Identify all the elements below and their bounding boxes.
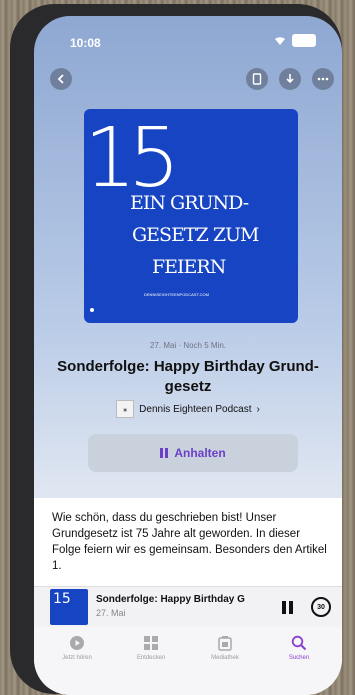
- status-icons: [274, 34, 316, 47]
- more-button[interactable]: [312, 68, 334, 90]
- episode-cover: 15 EIN GRUND- GESETZ ZUM FEIERN DENNISEI…: [84, 109, 298, 323]
- download-button[interactable]: [279, 68, 301, 90]
- transcript-button[interactable]: [246, 68, 268, 90]
- pause-button[interactable]: Anhalten: [88, 434, 298, 472]
- pause-icon: [160, 448, 169, 458]
- ellipsis-icon: [317, 77, 329, 81]
- search-icon: [291, 635, 307, 651]
- tab-label: Suchen: [288, 655, 310, 661]
- download-icon: [286, 74, 294, 84]
- cover-dot: [90, 308, 94, 312]
- show-link[interactable]: ▣ Dennis Eighteen Podcast ›: [34, 400, 342, 418]
- back-button[interactable]: [50, 68, 72, 90]
- transcript-icon: [252, 73, 262, 85]
- wifi-icon: [275, 36, 285, 45]
- skip-forward-button[interactable]: 30: [311, 597, 331, 617]
- tab-label: Mediathek: [211, 655, 239, 661]
- status-time: 10:08: [70, 36, 101, 50]
- status-bar: 10:08: [34, 16, 342, 50]
- tab-label: Entdecken: [136, 655, 166, 661]
- episode-description: Wie schön, dass du geschrieben bist! Uns…: [34, 498, 342, 598]
- tab-library[interactable]: Mediathek: [196, 627, 254, 695]
- mini-player-artwork: 15: [50, 589, 88, 625]
- cover-line-3: FEIERN: [152, 256, 226, 278]
- episode-meta: 27. Mai · Noch 5 Min.: [149, 341, 227, 350]
- description-text: Wie schön, dass du geschrieben bist! Uns…: [52, 512, 327, 572]
- grid-icon: [144, 636, 158, 650]
- screen: 10:08 15 EIN GRUND- GESETZ ZUM FEIERN DE…: [34, 16, 342, 695]
- tab-bar: Jetzt hören Entdecken Mediathek Suchen: [34, 627, 342, 695]
- mini-player-date: 27. Mai: [96, 608, 126, 618]
- mini-player[interactable]: 15 Sonderfolge: Happy Birthday G 27. Mai…: [34, 586, 342, 627]
- pause-label: Anhalten: [174, 446, 226, 460]
- phone-frame: 10:08 15 EIN GRUND- GESETZ ZUM FEIERN DE…: [10, 4, 342, 695]
- mini-pause-button[interactable]: [282, 601, 293, 614]
- cover-small-text: DENNISEIGHTEENPODCAST.COM: [144, 292, 209, 297]
- skip-seconds: 30: [317, 603, 325, 611]
- play-circle-icon: [70, 636, 84, 650]
- chevron-left-icon: [57, 74, 64, 84]
- show-name: Dennis Eighteen Podcast: [139, 403, 252, 415]
- cover-line-2: GESETZ ZUM: [132, 224, 260, 246]
- library-icon: [218, 636, 232, 651]
- tab-label: Jetzt hören: [62, 655, 92, 661]
- tab-listen-now[interactable]: Jetzt hören: [48, 627, 106, 695]
- battery-icon: [292, 34, 316, 47]
- tab-search[interactable]: Suchen: [270, 627, 328, 695]
- tab-browse[interactable]: Entdecken: [122, 627, 180, 695]
- show-thumbnail: ▣: [116, 400, 135, 418]
- cover-line-1: EIN GRUND-: [130, 192, 249, 214]
- episode-title: Sonderfolge: Happy Birthday Grund-gesetz: [57, 358, 319, 395]
- mini-artwork-number: 15: [53, 591, 71, 607]
- chevron-right-icon: ›: [256, 403, 260, 415]
- mini-player-title: Sonderfolge: Happy Birthday G: [96, 594, 245, 605]
